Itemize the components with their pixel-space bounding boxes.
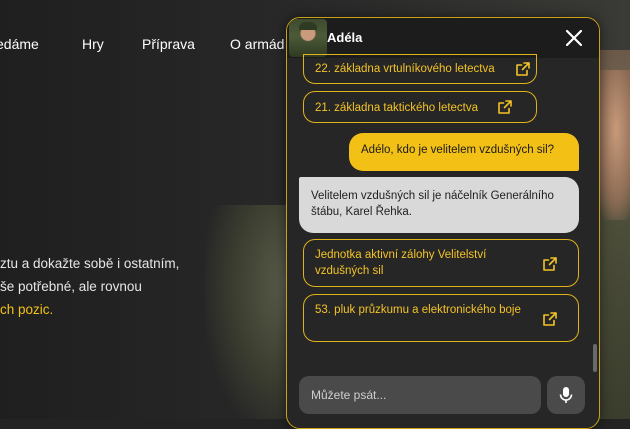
chat-header: Adéla bbox=[287, 18, 599, 58]
external-link-icon bbox=[543, 312, 557, 326]
hero-link-text[interactable]: ch pozic. bbox=[0, 298, 300, 321]
hero-line: še potřebné, ale rovnou bbox=[0, 279, 142, 294]
link-label: 53. pluk průzkumu a elektronického boje bbox=[315, 304, 521, 316]
user-message-bubble: Adélo, kdo je velitelem vzdušných sil? bbox=[349, 133, 579, 171]
agent-avatar bbox=[289, 19, 327, 57]
chat-input-area bbox=[287, 376, 599, 428]
link-button-jednotka-aktivni-zalohy[interactable]: Jednotka aktivní zálohy Velitelství vzdu… bbox=[303, 239, 579, 287]
nav-item-priprava[interactable]: Příprava bbox=[142, 36, 195, 52]
soldier-face-image bbox=[600, 70, 630, 220]
external-link-icon bbox=[516, 62, 530, 76]
nav-item-hry[interactable]: Hry bbox=[82, 36, 104, 52]
agent-name: Adéla bbox=[327, 30, 363, 45]
avatar-cap bbox=[299, 22, 317, 30]
nav-item-vedame[interactable]: edáme bbox=[0, 36, 39, 52]
link-button-21-zakladna[interactable]: 21. základna taktického letectva bbox=[303, 91, 537, 123]
nav-item-o-armade[interactable]: O armád bbox=[230, 36, 284, 52]
link-button-53-pluk[interactable]: 53. pluk průzkumu a elektronického boje bbox=[303, 294, 579, 342]
scrollbar[interactable] bbox=[593, 344, 597, 372]
message-list: 22. základna vrtulníkového letectva 21. … bbox=[287, 54, 599, 376]
external-link-icon bbox=[498, 100, 512, 114]
link-label: Jednotka aktivní zálohy Velitelství vzdu… bbox=[315, 249, 487, 277]
bot-message-bubble: Velitelem vzdušných sil je náčelník Gene… bbox=[299, 177, 579, 233]
link-label: 21. základna taktického letectva bbox=[315, 102, 479, 114]
external-link-icon bbox=[543, 257, 557, 271]
microphone-icon bbox=[559, 387, 573, 403]
hero-text: ztu a dokažte sobě i ostatním, še potřeb… bbox=[0, 252, 300, 321]
hero-line: ztu a dokažte sobě i ostatním, bbox=[0, 256, 180, 271]
link-button-22-zakladna[interactable]: 22. základna vrtulníkového letectva bbox=[303, 54, 537, 84]
microphone-button[interactable] bbox=[547, 376, 585, 414]
message-input[interactable] bbox=[299, 376, 541, 414]
close-icon bbox=[565, 29, 583, 47]
chat-widget: Adéla 22. základna vrtulníkového letectv… bbox=[286, 17, 600, 429]
link-label: 22. základna vrtulníkového letectva bbox=[315, 63, 495, 75]
close-button[interactable] bbox=[563, 27, 585, 49]
